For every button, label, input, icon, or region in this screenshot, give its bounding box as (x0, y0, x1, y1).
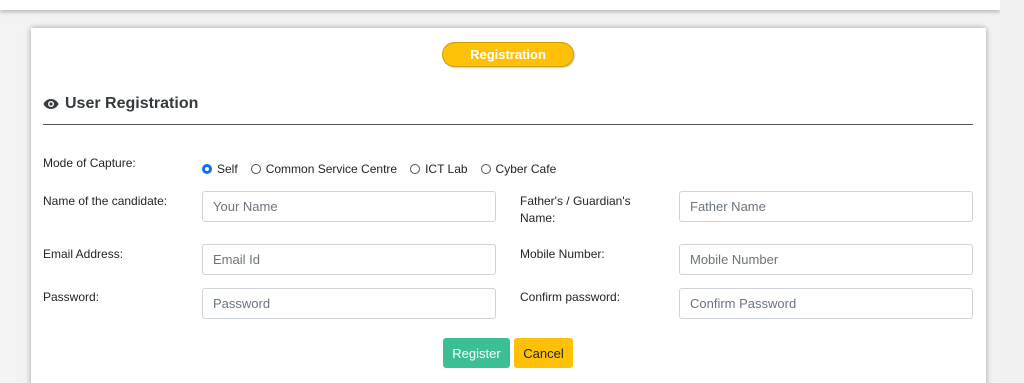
father-name-input[interactable] (679, 191, 973, 222)
mode-of-capture-label: Mode of Capture: (43, 156, 136, 170)
cancel-button[interactable]: Cancel (514, 338, 573, 368)
radio-csc-label: Common Service Centre (265, 162, 398, 176)
radio-ict-lab[interactable] (410, 164, 421, 174)
confirm-password-input[interactable] (679, 288, 973, 319)
radio-option-csc[interactable]: Common Service Centre (250, 162, 398, 176)
eye-icon (43, 98, 59, 110)
radio-self[interactable] (202, 164, 212, 174)
registration-banner: Registration (442, 42, 574, 67)
section-title: User Registration (65, 95, 199, 112)
mode-of-capture-options: Self Common Service Centre ICT Lab Cyber… (202, 162, 569, 176)
radio-self-label: Self (217, 162, 238, 176)
father-name-label: Father's / Guardian's Name: (520, 193, 631, 227)
mobile-label: Mobile Number: (520, 247, 605, 261)
father-name-label-line1: Father's / Guardian's (520, 194, 631, 208)
top-nav-bar (0, 0, 1000, 10)
radio-option-ict-lab[interactable]: ICT Lab (410, 162, 468, 176)
password-label: Password: (43, 290, 100, 304)
register-button[interactable]: Register (443, 338, 510, 368)
page-scroll-area (1000, 0, 1024, 383)
registration-banner-label: Registration (470, 47, 546, 62)
email-input[interactable] (202, 244, 496, 275)
password-input[interactable] (202, 288, 496, 319)
father-name-label-line2: Name: (520, 211, 556, 225)
mobile-input[interactable] (679, 244, 973, 275)
section-divider (43, 124, 973, 125)
email-label: Email Address: (43, 247, 124, 261)
radio-cyber-cafe[interactable] (480, 164, 491, 174)
radio-ict-lab-label: ICT Lab (425, 162, 468, 176)
radio-option-cyber-cafe[interactable]: Cyber Cafe (480, 162, 557, 176)
confirm-password-label: Confirm password: (520, 290, 621, 304)
section-heading: User Registration (43, 95, 198, 113)
registration-card: Registration User Registration Mode of C… (31, 28, 986, 383)
radio-cyber-cafe-label: Cyber Cafe (495, 162, 557, 176)
candidate-name-input[interactable] (202, 191, 496, 222)
radio-option-self[interactable]: Self (202, 162, 238, 176)
radio-csc[interactable] (250, 164, 261, 174)
candidate-name-label: Name of the candidate: (43, 194, 168, 208)
